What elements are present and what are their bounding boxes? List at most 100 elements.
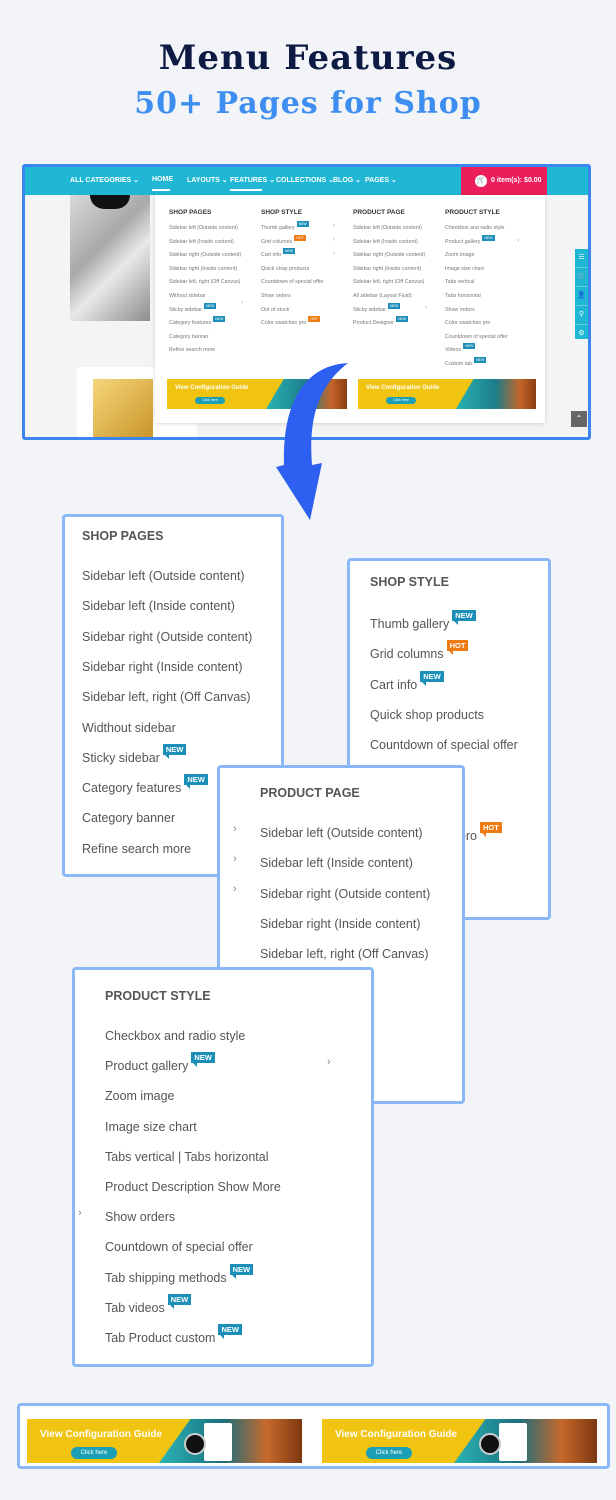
menu-item-label: Sidebar right (Inside content) — [260, 916, 421, 931]
menu-item[interactable]: Sidebar right (Inside content) — [82, 660, 243, 674]
click-here-button[interactable]: Click here — [195, 397, 225, 404]
menu-item[interactable]: Tabs vertical — [445, 279, 508, 293]
menu-item[interactable]: Sidebar right (Outside content) — [260, 887, 430, 901]
config-guide-banner[interactable]: View Configuration Guide Click here — [322, 1419, 597, 1463]
menu-item[interactable]: Category featuresNEW — [169, 316, 241, 334]
menu-item[interactable]: Zoom image — [445, 252, 508, 266]
menu-item[interactable]: Sidebar left (Outside content) — [353, 225, 425, 239]
nav-blog[interactable]: BLOG ⌄ — [333, 176, 361, 184]
nav-all-categories[interactable]: ALL CATEGORIES ⌄ — [70, 176, 139, 184]
menu-item[interactable]: Sidebar right (Inside content) — [353, 266, 425, 280]
menu-item[interactable]: Cart infoNEW — [370, 670, 444, 692]
search-icon[interactable]: ⚲ — [575, 306, 588, 325]
menu-item[interactable]: Sticky sidebarNEW — [82, 743, 187, 765]
click-here-button[interactable]: Click here — [386, 397, 416, 404]
menu-item[interactable]: Sidebar right (Inside content) — [260, 917, 421, 931]
menu-item[interactable]: Grid columnsHOT — [370, 640, 469, 661]
menu-item-label: Quick shop products — [370, 707, 484, 722]
menu-item-label: Sidebar right (Inside content) — [169, 265, 238, 272]
menu-item[interactable]: Sidebar right (Inside content) — [169, 266, 241, 280]
nav-home[interactable]: HOME — [152, 176, 173, 183]
click-here-button[interactable]: Click here — [71, 1447, 117, 1459]
cart-icon[interactable]: 🛒 — [575, 268, 588, 287]
menu-item[interactable]: Color swatches pro — [445, 320, 508, 334]
menu-item[interactable]: Sidebar left, right (Off Canvas) — [169, 279, 241, 293]
menu-item[interactable]: Thumb galleryNEW — [370, 610, 476, 631]
menu-item[interactable]: Tabs vertical | Tabs horizontal — [105, 1150, 269, 1164]
menu-item[interactable]: Sidebar right (Outside content) — [82, 630, 252, 644]
menu-item[interactable]: Show orders — [261, 293, 324, 307]
menu-item[interactable]: Cart infoNEW — [261, 248, 324, 266]
menu-item[interactable]: Show orders — [445, 307, 508, 321]
menu-item[interactable]: Tab shipping methodsNEW — [105, 1263, 254, 1285]
menu-column: SHOP STYLE Thumb galleryNEW Grid columnsHO… — [261, 209, 324, 334]
menu-item[interactable]: Sidebar left, right (Off Canvas) — [82, 690, 251, 704]
menu-column-heading: SHOP STYLE — [261, 209, 303, 216]
menu-item[interactable]: Product galleryNEW — [445, 234, 508, 253]
menu-item[interactable]: Sidebar left (Outside content) — [82, 569, 245, 583]
menu-item[interactable]: Widthout sidebar — [82, 721, 176, 735]
menu-item[interactable]: Quick shop products — [370, 708, 484, 722]
nav-features[interactable]: FEATURES ⌄ — [230, 176, 275, 184]
menu-item[interactable]: Sidebar left (Inside content) — [169, 239, 241, 253]
menu-item-label: Sidebar left, right (Off Canvas) — [169, 279, 241, 286]
menu-item[interactable]: Checkbox and radio style — [445, 225, 508, 239]
menu-item[interactable]: Image size chart — [105, 1120, 197, 1134]
hot-badge: HOT — [446, 640, 469, 656]
menu-item[interactable]: Show orders — [105, 1210, 175, 1224]
click-here-button[interactable]: Click here — [366, 1447, 412, 1459]
settings-icon[interactable]: ⚙ — [575, 325, 588, 344]
menu-item[interactable]: Image size chart — [445, 266, 508, 280]
nav-layouts[interactable]: LAYOUTS ⌄ — [187, 176, 228, 184]
menu-item[interactable]: Sticky sidebarNEW — [169, 302, 241, 321]
config-guide-banner[interactable]: View Configuration Guide Click here — [27, 1419, 302, 1463]
menu-item[interactable]: Thumb galleryNEW — [261, 221, 324, 239]
menu-item[interactable]: Sticky sidebarNEW — [353, 302, 425, 321]
menu-item[interactable]: Category banner — [169, 334, 241, 348]
menu-item-label: Tabs horizontal — [445, 292, 481, 299]
scroll-to-top-button[interactable]: ⌃ — [571, 411, 587, 427]
menu-item[interactable]: Quick shop products — [261, 266, 324, 280]
menu-item[interactable]: Countdown of special offer — [105, 1240, 253, 1254]
product-image-jacket — [70, 195, 150, 321]
menu-item[interactable]: Refine search more — [82, 842, 191, 856]
menu-item[interactable]: Sidebar right (Outside content) — [353, 252, 425, 266]
menu-item[interactable]: Sidebar left (Inside content) — [353, 239, 425, 253]
menu-item[interactable]: Sidebar left (Outside content) — [169, 225, 241, 239]
menu-item[interactable]: Color swatches proHOT — [261, 316, 324, 334]
menu-item[interactable]: Tabs horizontal — [445, 293, 508, 307]
nav-pages[interactable]: PAGES ⌄ — [365, 176, 397, 184]
config-guide-banner[interactable]: View Configuration Guide Click here — [358, 379, 536, 409]
menu-item[interactable]: Tab videosNEW — [105, 1293, 192, 1315]
menu-item[interactable]: Product DesignerNEW — [353, 316, 425, 334]
menu-item[interactable]: Sidebar left (Inside content) — [260, 856, 413, 870]
menu-item[interactable]: Sidebar left (Outside content) — [260, 826, 423, 840]
menu-item[interactable]: Sidebar right (Outside content) — [169, 252, 241, 266]
menu-item[interactable]: Product Description Show More — [105, 1180, 281, 1194]
user-icon[interactable]: 👤 — [575, 287, 588, 306]
menu-item[interactable]: Custom tabNEW — [445, 356, 508, 375]
menu-item-label: All sidebar (Layout Fluid) — [353, 292, 412, 299]
menu-item[interactable]: Tab Product customNEW — [105, 1324, 242, 1345]
menu-icon[interactable]: ☰ — [575, 249, 588, 268]
menu-item[interactable]: Category banner — [82, 811, 175, 825]
menu-item[interactable]: Sidebar left (Inside content) — [82, 599, 235, 613]
watch-image — [479, 1433, 501, 1455]
menu-item[interactable]: Category featuresNEW — [82, 774, 208, 795]
menu-item[interactable]: Sidebar left, right (Off Canvas) — [353, 279, 425, 293]
menu-item-label: Sidebar right (Inside content) — [353, 265, 422, 272]
banner-title: View Configuration Guide — [335, 1429, 458, 1440]
new-badge: NEW — [482, 234, 495, 241]
menu-item[interactable]: Checkbox and radio style — [105, 1029, 245, 1043]
menu-item[interactable]: Sidebar left, right (Off Canvas) — [260, 947, 429, 961]
menu-item[interactable]: Countdown of special offer — [445, 334, 508, 348]
nav-collections[interactable]: COLLECTIONS ⌄ — [276, 176, 334, 184]
menu-item[interactable]: Product galleryNEW — [105, 1052, 215, 1073]
menu-item[interactable]: Zoom image — [105, 1089, 174, 1103]
menu-item[interactable]: Countdown of special offer — [370, 738, 518, 752]
nav-home-underline — [152, 189, 170, 191]
cart-button[interactable]: 🛒 0 item(s): $0.00 — [461, 167, 547, 195]
menu-item-label: Sidebar left, right (Off Canvas) — [353, 279, 425, 286]
menu-item[interactable]: Countdown of special offer — [261, 279, 324, 293]
menu-item[interactable]: Refine search more — [169, 347, 241, 361]
